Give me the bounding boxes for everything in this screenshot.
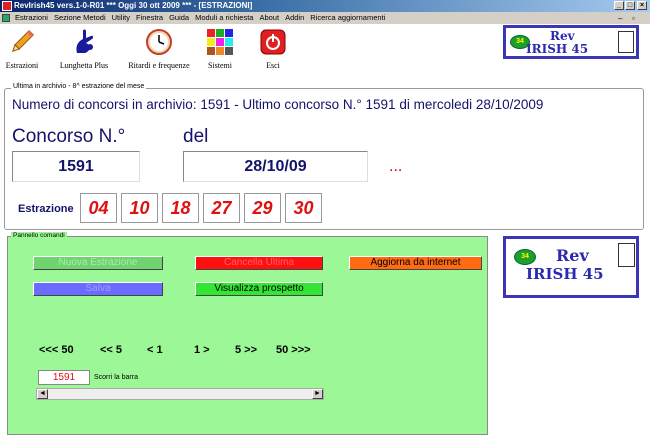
menu-utility[interactable]: Utility — [109, 12, 133, 24]
menu-addin[interactable]: Addin — [282, 12, 307, 24]
esci-button[interactable]: Esci — [258, 27, 288, 70]
nuova-estrazione-button[interactable]: Nuova Estrazione — [33, 256, 163, 270]
concorso-label: Concorso N.° — [12, 126, 126, 147]
menu-guida[interactable]: Guida — [166, 12, 192, 24]
color-grid-icon — [205, 27, 235, 57]
cancella-ultima-button[interactable]: Cancella Ultima — [195, 256, 323, 270]
lunghetta-button[interactable]: Lunghetta Plus — [52, 27, 116, 70]
menu-moduli[interactable]: Moduli a richiesta — [192, 12, 256, 24]
rev-irish-logo: 34 Rev IRISH 45 — [503, 25, 639, 59]
lottery-hand-icon — [69, 27, 99, 57]
scroll-label: Scorri la barra — [94, 374, 138, 381]
rev-irish-logo-large: 34 Rev IRISH 45 — [503, 236, 639, 298]
concorso-scrollbar[interactable]: ◄ ► — [36, 388, 324, 400]
estrazione-label: Estrazione — [18, 203, 74, 215]
document-icon — [2, 14, 10, 22]
nav-back-1[interactable]: < 1 — [147, 344, 163, 356]
drawn-number: 04 — [80, 193, 117, 223]
app-icon — [2, 1, 12, 11]
minimize-button[interactable]: _ — [614, 1, 624, 10]
nav-back-5[interactable]: << 5 — [100, 344, 122, 356]
concorso-spin-field[interactable]: 1591 — [38, 370, 90, 385]
nav-forward-50[interactable]: 50 >>> — [276, 344, 311, 356]
concorso-date-field: 28/10/09 — [183, 151, 368, 182]
scroll-left-arrow-icon[interactable]: ◄ — [37, 389, 48, 399]
maximize-button[interactable]: □ — [625, 1, 635, 10]
menu-ricerca[interactable]: Ricerca aggiornamenti — [307, 12, 388, 24]
drawn-number: 27 — [203, 193, 240, 223]
menu-estrazioni[interactable]: Estrazioni — [12, 12, 51, 24]
more-indicator: ... — [389, 158, 403, 175]
logo-line2: IRISH 45 — [526, 42, 589, 56]
scroll-right-arrow-icon[interactable]: ► — [312, 389, 323, 399]
visualizza-prospetto-button[interactable]: Visualizza prospetto — [195, 282, 323, 296]
window-titlebar: RevIrish45 vers.1-0-R01 *** Oggi 30 ott … — [0, 0, 650, 12]
drawn-number: 10 — [121, 193, 158, 223]
concorso-number-field: 1591 — [12, 151, 140, 182]
clock-icon — [144, 27, 174, 57]
window-title: RevIrish45 vers.1-0-R01 *** Oggi 30 ott … — [14, 1, 253, 10]
mascot-icon — [618, 243, 635, 267]
nav-back-50[interactable]: <<< 50 — [39, 344, 74, 356]
close-button[interactable]: × — [637, 1, 647, 10]
sistemi-label: Sistemi — [207, 61, 232, 70]
esci-label: Esci — [266, 61, 280, 70]
menu-finestra[interactable]: Finestra — [133, 12, 166, 24]
ritardi-label: Ritardi e frequenze — [128, 61, 190, 70]
aggiorna-internet-button[interactable]: Aggiorna da internet — [349, 256, 482, 270]
logo-line1: Rev — [550, 29, 575, 43]
drawn-number: 30 — [285, 193, 322, 223]
menu-sezione-metodi[interactable]: Sezione Metodi — [51, 12, 109, 24]
del-label: del — [183, 126, 209, 147]
drawn-number: 18 — [162, 193, 199, 223]
logo-line1: Rev — [556, 246, 589, 265]
salva-button[interactable]: Salva — [33, 282, 163, 296]
nav-forward-5[interactable]: 5 >> — [235, 344, 257, 356]
ball-icon: 34 — [514, 249, 536, 265]
estrazioni-label: Estrazioni — [5, 61, 39, 70]
lunghetta-label: Lunghetta Plus — [59, 61, 109, 70]
toolbar: Estrazioni Lunghetta Plus Ritardi e freq… — [0, 24, 650, 78]
logo-line2: IRISH 45 — [526, 265, 604, 283]
command-panel-title: Pannello comandi — [11, 232, 67, 239]
mascot-icon — [618, 31, 634, 53]
estrazioni-button[interactable]: Estrazioni — [3, 27, 41, 70]
archive-group-title: Ultima in archivio - 8^ estrazione del m… — [11, 83, 147, 90]
nav-forward-1[interactable]: 1 > — [194, 344, 210, 356]
archive-info: Numero di concorsi in archivio: 1591 - U… — [12, 97, 544, 112]
menu-about[interactable]: About — [256, 12, 282, 24]
command-panel: Pannello comandi Nuova Estrazione Cancel… — [7, 232, 488, 435]
drawn-number: 29 — [244, 193, 281, 223]
sistemi-button[interactable]: Sistemi — [202, 27, 238, 70]
power-icon — [258, 27, 288, 57]
ritardi-button[interactable]: Ritardi e frequenze — [122, 27, 196, 70]
pencil-icon — [7, 27, 37, 57]
menu-bar: Estrazioni Sezione Metodi Utility Finest… — [0, 12, 650, 24]
